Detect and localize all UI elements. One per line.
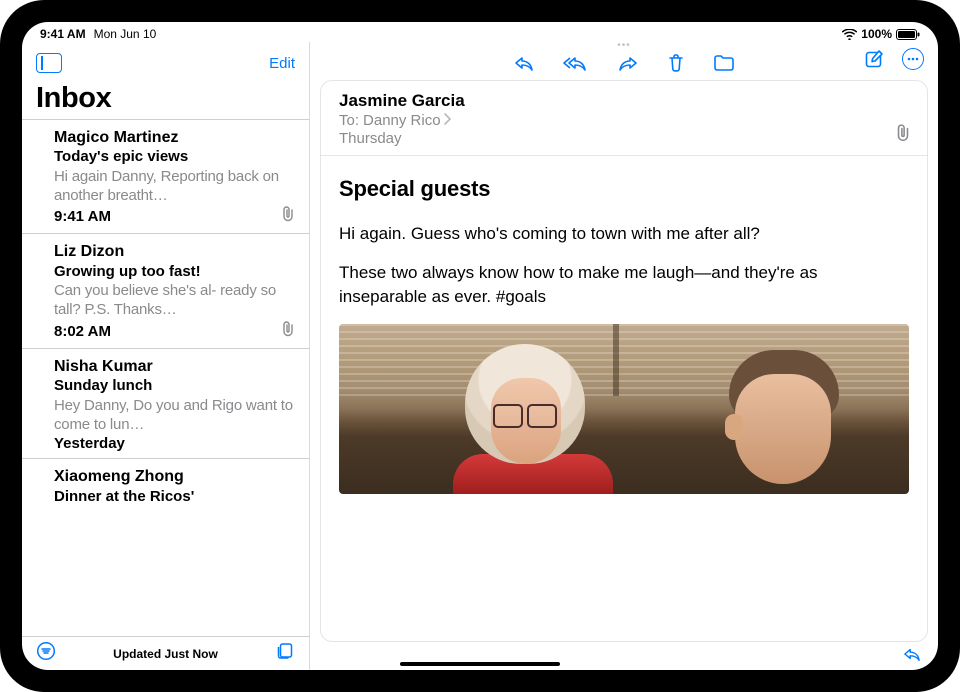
mail-time: Yesterday xyxy=(54,435,125,452)
multiwindow-icon[interactable] xyxy=(275,641,295,666)
mail-subject: Growing up too fast! xyxy=(54,263,295,282)
mail-list-item[interactable]: Liz Dizon Growing up too fast! Can you b… xyxy=(22,233,309,347)
sidebar-toggle-icon[interactable] xyxy=(36,53,62,73)
wifi-icon xyxy=(842,29,857,40)
mail-subject: Dinner at the Ricos' xyxy=(54,488,295,507)
message-card: Jasmine Garcia To: Danny Rico Thursday xyxy=(320,80,928,642)
paperclip-icon xyxy=(281,206,295,227)
battery-icon xyxy=(896,29,920,40)
screen: 9:41 AM Mon Jun 10 100% Edit Inbo xyxy=(22,22,938,670)
status-bar: 9:41 AM Mon Jun 10 100% xyxy=(22,22,938,42)
mailbox-sidebar: Edit Inbox Magico Martinez Today's epic … xyxy=(22,42,310,670)
message-to[interactable]: To: Danny Rico xyxy=(339,112,909,129)
message-body[interactable]: Special guests Hi again. Guess who's com… xyxy=(321,156,927,494)
sidebar-footer: Updated Just Now xyxy=(22,636,309,670)
filter-icon[interactable] xyxy=(36,641,56,666)
move-folder-icon[interactable] xyxy=(713,54,735,72)
mail-time: 8:02 AM xyxy=(54,323,111,340)
trash-icon[interactable] xyxy=(667,53,685,73)
more-icon[interactable] xyxy=(902,48,924,70)
mail-preview: Can you believe she's al- ready so tall?… xyxy=(54,282,295,320)
battery-pct: 100% xyxy=(861,27,892,41)
message-pane: ••• xyxy=(310,42,938,670)
chevron-right-icon xyxy=(443,112,451,129)
to-label: To: xyxy=(339,112,359,129)
message-from: Jasmine Garcia xyxy=(339,91,909,111)
mail-subject: Today's epic views xyxy=(54,148,295,167)
mail-list[interactable]: Magico Martinez Today's epic views Hi ag… xyxy=(22,119,309,636)
to-name: Danny Rico xyxy=(363,112,441,129)
attachment-photo[interactable] xyxy=(339,324,909,494)
mail-sender: Nisha Kumar xyxy=(54,357,295,376)
mail-preview: Hi again Danny, Reporting back on anothe… xyxy=(54,168,295,206)
mailbox-title: Inbox xyxy=(22,80,309,119)
reply-icon[interactable] xyxy=(513,54,535,72)
message-toolbar xyxy=(310,42,938,80)
forward-icon[interactable] xyxy=(617,54,639,72)
mail-time: 9:41 AM xyxy=(54,208,111,225)
status-date: Mon Jun 10 xyxy=(94,27,157,41)
message-subject: Special guests xyxy=(339,176,909,202)
mail-subject: Sunday lunch xyxy=(54,377,295,396)
mail-sender: Xiaomeng Zhong xyxy=(54,467,295,486)
sync-status: Updated Just Now xyxy=(113,647,218,661)
compose-icon[interactable] xyxy=(864,49,884,69)
status-time: 9:41 AM xyxy=(40,27,86,41)
home-indicator[interactable] xyxy=(400,662,560,666)
mail-list-item[interactable]: Nisha Kumar Sunday lunch Hey Danny, Do y… xyxy=(22,348,309,458)
paperclip-icon xyxy=(895,124,911,147)
mail-list-item[interactable]: Xiaomeng Zhong Dinner at the Ricos' xyxy=(22,458,309,506)
reply-all-icon[interactable] xyxy=(563,54,589,72)
mail-list-item[interactable]: Magico Martinez Today's epic views Hi ag… xyxy=(22,119,309,233)
mail-sender: Magico Martinez xyxy=(54,128,295,147)
message-paragraph: Hi again. Guess who's coming to town wit… xyxy=(339,222,909,245)
message-header[interactable]: Jasmine Garcia To: Danny Rico Thursday xyxy=(321,81,927,156)
paperclip-icon xyxy=(281,321,295,342)
reply-small-icon[interactable] xyxy=(902,646,922,667)
message-date: Thursday xyxy=(339,130,909,147)
mail-sender: Liz Dizon xyxy=(54,242,295,261)
mail-preview: Hey Danny, Do you and Rigo want to come … xyxy=(54,397,295,435)
ipad-frame: 9:41 AM Mon Jun 10 100% Edit Inbo xyxy=(0,0,960,692)
message-paragraph: These two always know how to make me lau… xyxy=(339,261,909,308)
edit-button[interactable]: Edit xyxy=(269,55,295,72)
